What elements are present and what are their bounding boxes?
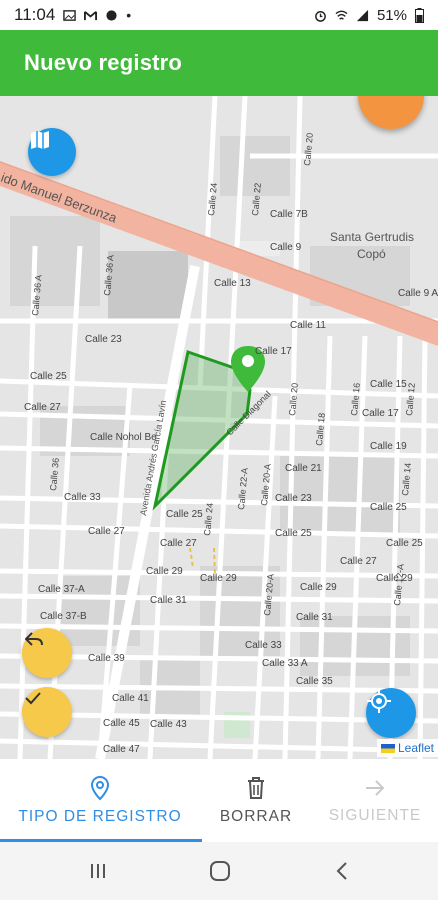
map-icon — [31, 131, 49, 149]
map-label: Calle 33 — [245, 640, 282, 651]
map-label: Calle 37-A — [38, 584, 85, 595]
map-label: Calle 27 — [340, 556, 377, 567]
status-time: 11:04 — [14, 5, 56, 24]
map-label: Calle 7B — [270, 209, 308, 220]
recents-icon — [91, 864, 105, 878]
map-label: Calle 27 — [160, 538, 197, 549]
map-label: Calle 27 — [88, 526, 125, 537]
map-label: Calle 33 — [64, 492, 101, 503]
confirm-button[interactable] — [22, 687, 72, 737]
page-title: Nuevo registro — [24, 50, 183, 75]
check-icon — [25, 692, 41, 705]
attribution-link[interactable]: Leaflet — [398, 741, 434, 755]
map-label: Calle 25 — [275, 528, 312, 539]
dot-icon: • — [126, 7, 132, 23]
map-label: Calle 23 — [275, 493, 312, 504]
wifi-icon — [335, 10, 348, 20]
home-button[interactable] — [190, 842, 250, 900]
undo-button[interactable] — [22, 628, 72, 678]
map-label: Calle 13 — [214, 278, 251, 289]
map-label: Calle 9 A — [398, 288, 438, 299]
leaflet-attribution[interactable]: Leaflet — [376, 739, 438, 757]
bottom-nav: TIPO DE REGISTRO BORRAR SIGUIENTE — [0, 759, 438, 842]
tab-tipo-de-registro[interactable]: TIPO DE REGISTRO — [0, 759, 200, 842]
map-label: Calle Nohol Be — [90, 432, 157, 443]
map-label: Calle 29 — [146, 566, 183, 577]
locate-button[interactable] — [366, 688, 416, 738]
alarm-icon — [315, 10, 326, 22]
map-label: Calle 11 — [290, 320, 326, 331]
system-nav-bar — [0, 842, 438, 900]
back-icon — [336, 862, 347, 880]
signal-icon — [356, 9, 369, 21]
map-label: Santa Gertrudis — [330, 230, 414, 244]
map-label: Calle 31 — [296, 612, 333, 623]
map-label: Calle 33 A — [262, 658, 308, 669]
location-pin-icon — [90, 775, 110, 801]
map-label: Calle 23 — [85, 334, 122, 345]
map-label: Calle 27 — [24, 402, 61, 413]
map-label: Calle 29 — [200, 573, 237, 584]
map-label: Calle 35 — [296, 676, 333, 687]
map-label: Calle 25 — [370, 502, 407, 513]
map-label: Calle 25 — [30, 371, 67, 382]
home-icon — [210, 861, 230, 881]
undo-icon — [25, 632, 43, 646]
map-label: Calle 29 — [300, 582, 337, 593]
map-label: Calle 25 — [166, 509, 203, 520]
map-label: Calle 9 — [270, 242, 302, 253]
status-bar: 11:04 • 51% — [0, 0, 438, 30]
map-label: Calle 19 — [370, 441, 407, 452]
trash-icon — [248, 777, 264, 799]
tab-siguiente[interactable]: SIGUIENTE — [325, 759, 425, 842]
map-label: Calle 15 — [370, 379, 407, 390]
map-label: Calle 43 — [150, 719, 187, 730]
tab-label: BORRAR — [219, 808, 293, 825]
battery-icon — [415, 7, 424, 23]
map-label: Calle 17 — [362, 408, 399, 419]
arrow-right-icon — [366, 780, 385, 796]
map-label: Calle 37-B — [40, 611, 87, 622]
map-label: Calle 31 — [150, 595, 187, 606]
flag-icon — [380, 743, 395, 753]
map-label: Calle 21 — [285, 463, 322, 474]
map-label: Calle 17 — [255, 346, 292, 357]
map-layers-button[interactable] — [28, 128, 76, 176]
recents-button[interactable] — [68, 842, 128, 900]
map-label: Calle 41 — [112, 693, 149, 704]
battery-percent: 51% — [376, 6, 407, 24]
map-label: Calle 47 — [103, 744, 140, 755]
tab-label: SIGUIENTE — [328, 807, 422, 824]
tab-label: TIPO DE REGISTRO — [18, 808, 182, 825]
back-button[interactable] — [312, 842, 372, 900]
crosshair-icon — [367, 689, 391, 713]
app-bar: Nuevo registro — [0, 30, 438, 96]
tab-borrar[interactable]: BORRAR — [210, 759, 302, 842]
map-label: Calle 25 — [386, 538, 423, 549]
gmail-icon — [84, 10, 98, 20]
map-label: Calle 45 — [103, 718, 140, 729]
app-icon — [106, 9, 117, 21]
map-label: Copó — [357, 247, 386, 261]
map-view[interactable]: ido Manuel Berzunza Santa Gertrudis Copó… — [0, 96, 438, 759]
map-label: Calle 39 — [88, 653, 125, 664]
image-icon — [63, 9, 77, 21]
